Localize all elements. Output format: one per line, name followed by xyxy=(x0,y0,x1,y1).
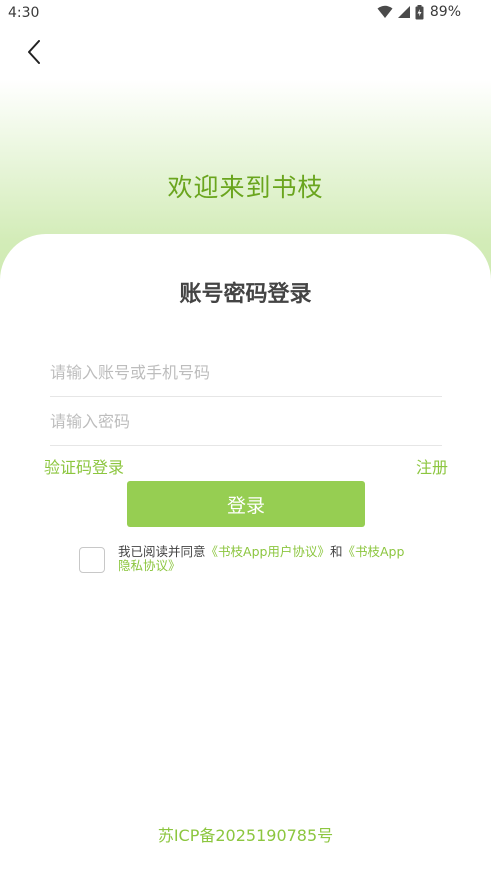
password-field-container xyxy=(50,397,442,446)
status-time: 4:30 xyxy=(8,5,40,21)
sms-login-link[interactable]: 验证码登录 xyxy=(44,454,124,478)
battery-percentage: 89% xyxy=(429,4,461,20)
account-input[interactable] xyxy=(50,348,442,396)
agreement-text: 我已阅读并同意《书枝App用户协议》和《书枝App隐私协议》 xyxy=(118,545,410,573)
account-field-container xyxy=(50,348,442,397)
icp-record[interactable]: 苏ICP备2025190785号 xyxy=(0,822,491,846)
agreement-and: 和 xyxy=(329,544,343,559)
form-title: 账号密码登录 xyxy=(179,282,312,307)
chevron-left-icon xyxy=(27,40,41,68)
back-button[interactable] xyxy=(18,38,50,70)
status-icons: 89% xyxy=(377,4,461,20)
agreement-prefix: 我已阅读并同意 xyxy=(118,544,206,559)
register-link[interactable]: 注册 xyxy=(416,454,448,478)
user-agreement-link[interactable]: 《书枝App用户协议》 xyxy=(206,544,330,559)
welcome-title: 欢迎来到书枝 xyxy=(167,173,324,202)
wifi-icon xyxy=(377,5,393,19)
status-bar: 4:30 89% xyxy=(0,0,491,28)
cell-signal-icon xyxy=(397,5,411,19)
battery-icon xyxy=(415,4,424,20)
password-input[interactable] xyxy=(50,397,442,445)
agreement-checkbox[interactable] xyxy=(79,547,105,573)
login-button[interactable]: 登录 xyxy=(127,481,365,527)
